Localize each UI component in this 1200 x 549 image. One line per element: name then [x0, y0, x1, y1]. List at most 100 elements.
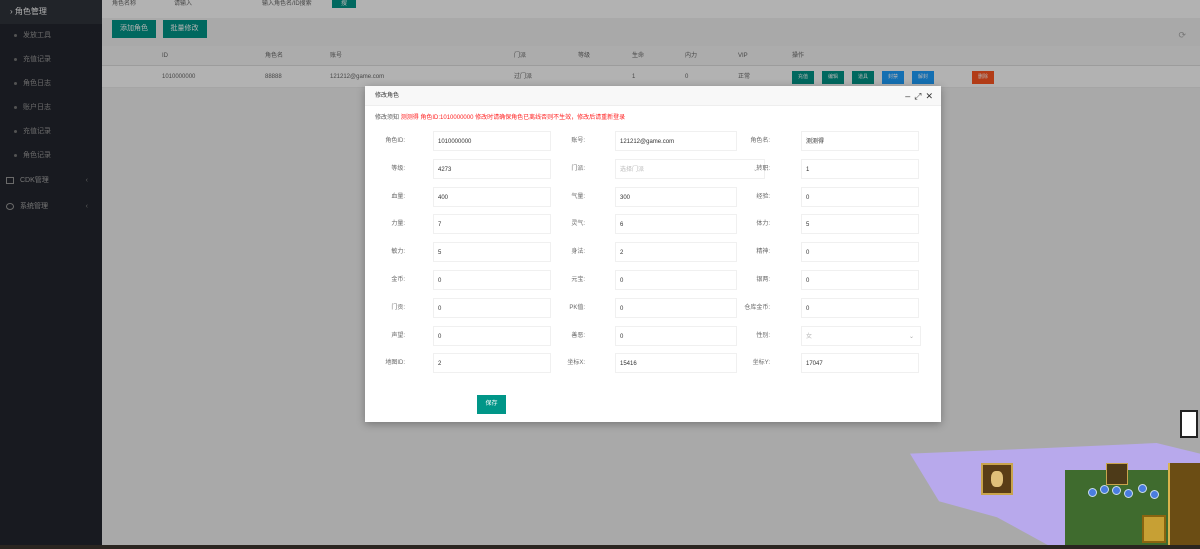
field-input[interactable]: 0: [801, 186, 919, 207]
field-label: 精神:: [756, 249, 770, 256]
bead-icon: [1150, 490, 1159, 499]
edit-role-dialog: 修改角色 – ⤢ ✕ 修改须知 测测得 角色ID:1010000000 修改时请确保…: [365, 86, 941, 422]
helmet-icon[interactable]: [1142, 515, 1166, 543]
field-value: 0: [620, 333, 624, 340]
field-select[interactable]: 女 ⌄: [801, 325, 921, 346]
field-value: 6: [620, 222, 624, 229]
field-input[interactable]: 7: [433, 214, 551, 235]
field-label: 地图ID:: [385, 360, 405, 367]
field-input[interactable]: 6: [615, 214, 737, 235]
field-input[interactable]: 121212@game.com: [615, 131, 737, 151]
field-value: 2: [438, 361, 442, 368]
field-input[interactable]: 1010000000: [433, 131, 551, 151]
close-icon[interactable]: ✕: [925, 91, 933, 101]
field-label: 门贡:: [391, 304, 405, 311]
bead-icon: [1100, 485, 1109, 494]
field-label: 善恶:: [571, 332, 585, 339]
field-label: 金币:: [391, 277, 405, 283]
field-value: 400: [438, 194, 449, 201]
field-label: 力量:: [391, 221, 405, 228]
field-value: 测测得: [806, 139, 825, 145]
field-value: 5: [438, 250, 442, 257]
field-value: 0: [438, 333, 442, 340]
field-label: 灵气:: [571, 221, 585, 228]
field-label: 账号:: [571, 138, 585, 144]
field-value: 选择门派: [620, 166, 645, 173]
field-value: 5: [806, 222, 810, 229]
notice-body: 角色ID:1010000000 修改时请确保角色已离线否则不生效，修改后请重新登…: [420, 115, 626, 121]
field-label: 声望:: [391, 332, 405, 339]
taskbar-strip: [0, 545, 1200, 549]
field-input[interactable]: 5: [433, 242, 551, 263]
field-value: 2: [620, 250, 624, 257]
field-label: 仓库金币:: [744, 304, 770, 311]
chevron-down-icon: ⌄: [908, 333, 914, 340]
submit-button[interactable]: 保存: [477, 395, 506, 414]
field-input[interactable]: 测测得: [801, 131, 919, 151]
field-input[interactable]: 0: [615, 270, 737, 290]
field-input[interactable]: 1: [801, 158, 919, 179]
field-input[interactable]: 0: [433, 297, 551, 318]
field-value: 女: [806, 333, 813, 340]
field-label: 经验:: [756, 193, 770, 200]
field-value: 0: [806, 194, 810, 201]
bead-icon: [1088, 488, 1097, 497]
dialog-title: 修改角色: [375, 93, 400, 99]
bead-icon: [1138, 484, 1147, 493]
field-value: 1: [806, 166, 810, 173]
field-input[interactable]: 0: [801, 270, 919, 290]
field-label: 身法:: [571, 249, 585, 256]
field-label: 性别:: [756, 332, 770, 339]
field-input[interactable]: 15416: [615, 353, 737, 374]
field-input[interactable]: 2: [615, 242, 737, 263]
field-value: 0: [620, 278, 624, 284]
field-value: 0: [438, 278, 442, 284]
potion-icon[interactable]: [981, 463, 1013, 495]
field-input[interactable]: 0: [433, 270, 551, 290]
field-value: 0: [438, 305, 442, 312]
field-label: 体力:: [756, 221, 770, 228]
field-label: 元宝:: [571, 277, 585, 283]
notice-prefix: 修改须知: [375, 115, 400, 121]
field-value: 0: [806, 305, 810, 312]
field-label: 门派:: [571, 165, 585, 172]
field-label: 银两:: [756, 277, 770, 283]
bead-icon: [1124, 489, 1133, 498]
field-input[interactable]: 5: [801, 214, 919, 235]
field-value: 300: [620, 194, 631, 201]
field-value: 17047: [806, 361, 823, 368]
field-input[interactable]: 400: [433, 186, 551, 207]
field-input[interactable]: 0: [615, 325, 737, 346]
field-label: 血量:: [391, 193, 405, 200]
field-label: 角色名:: [750, 138, 770, 144]
field-input[interactable]: 0: [801, 297, 919, 318]
field-input[interactable]: 2: [433, 353, 551, 374]
field-label: 气量:: [571, 193, 585, 200]
field-value: 0: [806, 278, 810, 284]
field-input[interactable]: 0: [433, 325, 551, 346]
game-item-icon[interactable]: [1106, 463, 1128, 485]
minimize-icon[interactable]: –: [905, 91, 910, 101]
field-value: 1010000000: [438, 139, 472, 145]
field-input[interactable]: 17047: [801, 353, 919, 374]
dialog-titlebar: 修改角色 – ⤢ ✕: [365, 86, 941, 106]
game-card-icon[interactable]: [1180, 410, 1198, 438]
field-label: 坐标Y:: [752, 360, 770, 367]
field-value: 15416: [620, 361, 637, 368]
field-input[interactable]: 0: [615, 297, 737, 318]
game-panel: [1168, 463, 1200, 549]
field-value: 4273: [438, 166, 452, 173]
field-label: 敏力:: [391, 249, 405, 256]
field-label: 坐标X:: [567, 360, 585, 367]
notice-text: 修改须知 测测得 角色ID:1010000000 修改时请确保角色已离线否则不生…: [375, 112, 625, 121]
field-value: 0: [620, 305, 624, 312]
field-input[interactable]: 4273: [433, 158, 551, 179]
field-input[interactable]: 300: [615, 186, 737, 207]
field-input[interactable]: 0: [801, 242, 919, 263]
notice-name: 测测得: [400, 115, 419, 121]
maximize-icon[interactable]: ⤢: [914, 91, 921, 101]
window-controls: – ⤢ ✕: [901, 86, 933, 106]
bead-icon: [1112, 486, 1121, 495]
field-label: 角色ID:: [385, 138, 405, 144]
field-label: 等级:: [391, 165, 405, 172]
